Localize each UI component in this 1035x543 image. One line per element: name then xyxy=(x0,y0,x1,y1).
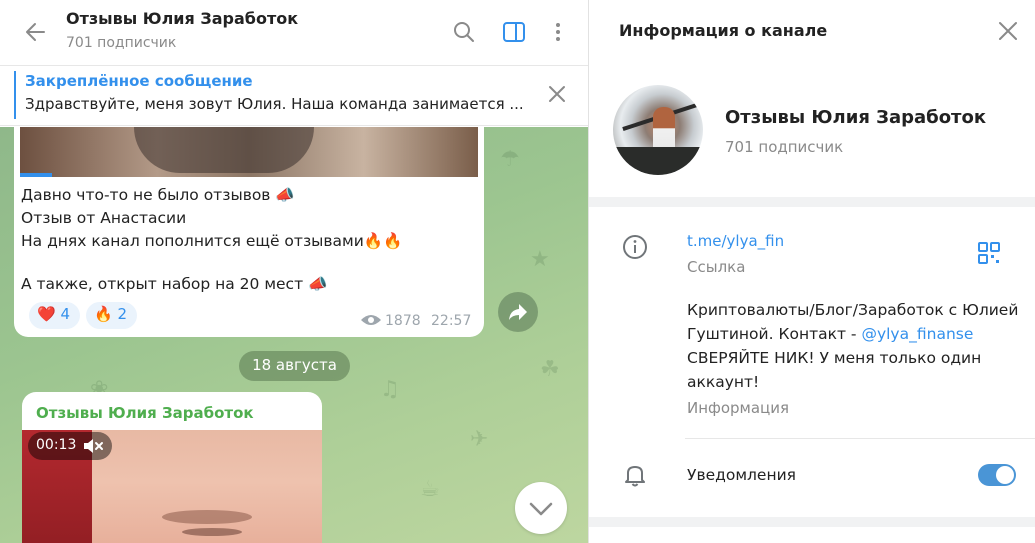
reaction-emoji: ❤️ xyxy=(37,305,56,323)
pinned-accent-bar xyxy=(14,71,16,119)
info-panel-title: Информация о канале xyxy=(619,21,828,40)
reaction-count: 4 xyxy=(60,305,71,323)
close-icon[interactable] xyxy=(544,81,570,107)
description-line: Гуштиной. Контакт - @ylya_finanse xyxy=(687,325,973,343)
link-caption: Ссылка xyxy=(687,258,746,276)
more-vertical-icon[interactable] xyxy=(545,19,571,45)
message-text-line: На днях канал пополнится ещё отзывами🔥🔥 xyxy=(21,232,403,250)
video-detail xyxy=(162,510,252,524)
doodle: ☘ xyxy=(540,357,560,382)
section-separator xyxy=(589,197,1035,207)
close-icon[interactable] xyxy=(996,19,1020,43)
message-bubble[interactable]: Отзывы Юлия Заработок xyxy=(22,392,322,543)
channel-avatar[interactable] xyxy=(613,85,703,175)
bell-icon xyxy=(625,466,645,487)
doodle: ✈ xyxy=(470,427,489,452)
date-divider: 18 августа xyxy=(239,351,350,381)
channel-info-panel: Информация о канале Отзывы Юлия Заработо… xyxy=(588,0,1035,543)
notifications-label: Уведомления xyxy=(687,466,796,484)
muted-speaker-icon[interactable] xyxy=(82,437,104,455)
doodle: ♫ xyxy=(380,377,400,402)
scroll-down-button[interactable] xyxy=(515,482,567,534)
message-photo-shade xyxy=(134,127,314,173)
message-time: 22:57 xyxy=(431,313,472,329)
reaction-heart[interactable]: ❤️ 4 xyxy=(29,302,81,329)
reaction-count: 2 xyxy=(117,305,128,323)
description-line: СВЕРЯЙТЕ НИК! У меня только один xyxy=(687,349,982,367)
description-line: аккаунт! xyxy=(687,373,760,391)
doodle: ★ xyxy=(530,247,550,272)
video-duration: 00:13 xyxy=(36,437,77,453)
chat-header: Отзывы Юлия Заработок 701 подписчик xyxy=(0,0,588,66)
message-text-line: Давно что-то не было отзывов 📣 xyxy=(21,186,295,204)
reaction-emoji: 🔥 xyxy=(94,305,113,323)
reaction-fire[interactable]: 🔥 2 xyxy=(86,302,138,329)
pinned-message-bar[interactable]: Закреплённое сообщение Здравствуйте, мен… xyxy=(0,66,588,126)
info-icon xyxy=(623,235,647,259)
section-separator xyxy=(589,517,1035,527)
forward-button[interactable] xyxy=(498,292,538,332)
sidebar-toggle-icon[interactable] xyxy=(501,19,527,45)
channel-link[interactable]: t.me/ylya_fin xyxy=(687,232,784,250)
doodle: ☂ xyxy=(500,147,520,172)
forward-icon xyxy=(509,304,527,320)
description-line: Криптовалюты/Блог/Заработок с Юлией xyxy=(687,301,1019,319)
pinned-label: Закреплённое сообщение xyxy=(25,72,253,90)
back-arrow-icon[interactable] xyxy=(22,18,50,46)
description-caption: Информация xyxy=(687,399,790,417)
view-count: 1878 xyxy=(385,313,421,329)
notifications-toggle[interactable] xyxy=(978,464,1016,486)
search-icon[interactable] xyxy=(451,19,477,45)
channel-name: Отзывы Юлия Заработок xyxy=(725,107,987,128)
divider xyxy=(685,438,1035,439)
description-text: Гуштиной. Контакт - xyxy=(687,325,862,343)
pinned-text: Здравствуйте, меня зовут Юлия. Наша кома… xyxy=(25,95,524,113)
chat-title[interactable]: Отзывы Юлия Заработок xyxy=(66,9,298,28)
avatar-detail xyxy=(613,147,703,175)
message-author[interactable]: Отзывы Юлия Заработок xyxy=(36,404,254,422)
toggle-knob xyxy=(996,466,1014,484)
doodle: ☕ xyxy=(420,477,440,502)
qr-code-icon[interactable] xyxy=(977,241,1001,265)
chat-column: ✿ ☂ ★ ♫ ✈ ☕ ❀ ☘ Отзывы Юлия Заработок 70… xyxy=(0,0,588,543)
chevron-down-icon xyxy=(529,502,553,516)
media-progress-bar xyxy=(20,173,52,177)
message-text-line: Отзыв от Анастасии xyxy=(21,209,187,227)
chat-subscribers: 701 подписчик xyxy=(66,35,177,51)
contact-mention-link[interactable]: @ylya_finanse xyxy=(861,325,973,343)
channel-subscribers: 701 подписчик xyxy=(725,138,844,156)
video-detail xyxy=(182,528,242,536)
message-text-line: А также, открыт набор на 20 мест 📣 xyxy=(21,275,328,293)
eye-icon xyxy=(361,315,381,325)
